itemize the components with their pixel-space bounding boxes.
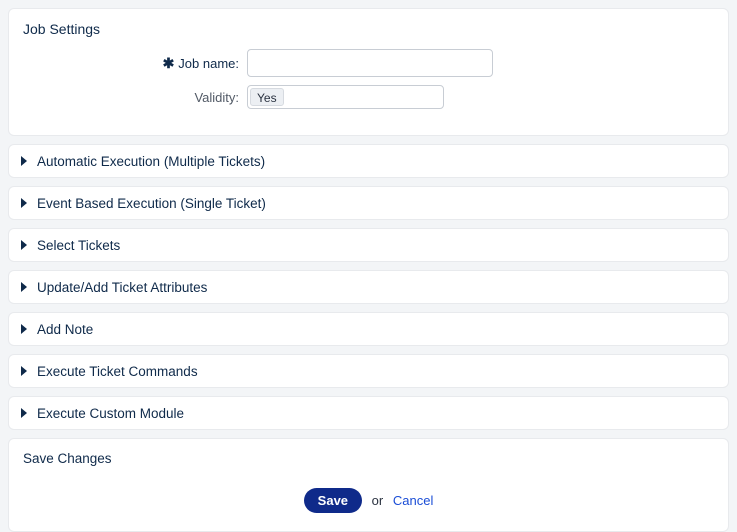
input-cell-job-name [247, 49, 493, 77]
collapsed-panel[interactable]: Automatic Execution (Multiple Tickets) [8, 144, 729, 178]
label-cell-job-name: ✱Job name: [23, 55, 247, 72]
triangle-right-icon [21, 324, 27, 334]
label-text-job-name: Job name: [178, 56, 239, 71]
collapsed-panel-title: Select Tickets [37, 238, 120, 253]
triangle-right-icon [21, 156, 27, 166]
collapsed-panel[interactable]: Execute Ticket Commands [8, 354, 729, 388]
input-cell-validity: Yes [247, 85, 444, 109]
collapsed-panel-title: Automatic Execution (Multiple Tickets) [37, 154, 265, 169]
panel-title-job-settings: Job Settings [23, 21, 714, 37]
collapsed-panel-title: Update/Add Ticket Attributes [37, 280, 207, 295]
collapsed-panel[interactable]: Add Note [8, 312, 729, 346]
collapsed-panel[interactable]: Event Based Execution (Single Ticket) [8, 186, 729, 220]
triangle-right-icon [21, 240, 27, 250]
triangle-right-icon [21, 408, 27, 418]
or-text: or [372, 493, 384, 508]
validity-select[interactable]: Yes [247, 85, 444, 109]
collapsed-panel-title: Execute Ticket Commands [37, 364, 198, 379]
save-button[interactable]: Save [304, 488, 362, 513]
panel-save-changes: Save Changes Save or Cancel [8, 438, 729, 532]
collapsed-panel-title: Event Based Execution (Single Ticket) [37, 196, 266, 211]
form-row-validity: Validity: Yes [23, 85, 714, 109]
panel-job-settings: Job Settings ✱Job name: Validity: Yes [8, 8, 729, 136]
panel-title-save-changes: Save Changes [23, 451, 714, 466]
cancel-link[interactable]: Cancel [393, 493, 433, 508]
collapsed-panel[interactable]: Update/Add Ticket Attributes [8, 270, 729, 304]
required-star-icon: ✱ [163, 55, 175, 71]
validity-selected-value: Yes [250, 88, 284, 106]
triangle-right-icon [21, 366, 27, 376]
label-cell-validity: Validity: [23, 90, 247, 105]
triangle-right-icon [21, 198, 27, 208]
job-name-input[interactable] [247, 49, 493, 77]
collapsed-panel[interactable]: Select Tickets [8, 228, 729, 262]
collapsed-panel-title: Add Note [37, 322, 93, 337]
triangle-right-icon [21, 282, 27, 292]
collapsed-panels-container: Automatic Execution (Multiple Tickets) Ev… [8, 144, 729, 430]
collapsed-panel-title: Execute Custom Module [37, 406, 184, 421]
collapsed-panel[interactable]: Execute Custom Module [8, 396, 729, 430]
label-text-validity: Validity: [194, 90, 239, 105]
form-row-job-name: ✱Job name: [23, 49, 714, 77]
